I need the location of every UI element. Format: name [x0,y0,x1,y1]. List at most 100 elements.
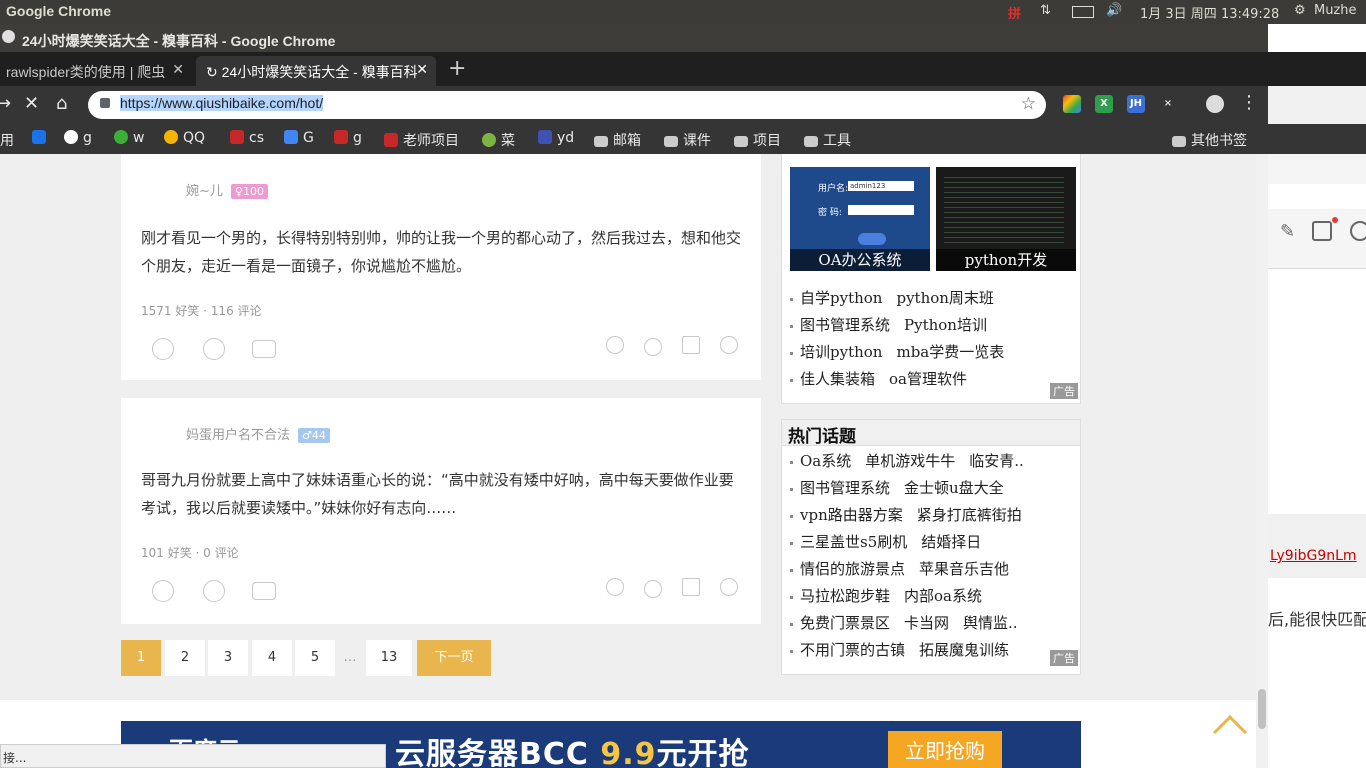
topic-link[interactable]: vpn路由器方案 [800,506,903,524]
dislike-icon[interactable] [203,580,225,602]
bookmark-item[interactable]: g [64,130,92,146]
topic-link[interactable]: 免费门票景区 [800,614,890,632]
bookmark-folder[interactable]: 项目 [734,130,781,150]
extension-color-icon[interactable] [1063,95,1081,113]
dislike-icon[interactable] [203,338,225,360]
address-bar[interactable]: https://www.qiushibaike.com/hot/ ☆ [88,91,1046,119]
bookmark-item[interactable]: w [114,130,144,146]
bookmark-folder[interactable]: 邮箱 [594,130,641,150]
ad-link[interactable]: 佳人集装箱 [800,370,875,388]
topic-link[interactable]: 图书管理系统 [800,479,890,497]
close-window-icon[interactable] [2,30,15,43]
home-icon[interactable]: ⌂ [56,93,67,114]
ad-link[interactable]: mba学费一览表 [896,343,1004,361]
favorite-star-icon[interactable] [682,578,700,596]
input-method-indicator[interactable]: 拼 [1008,3,1021,22]
url-text[interactable]: https://www.qiushibaike.com/hot/ [120,95,324,111]
tab-qiushibaike[interactable]: ↻ 24小时爆笑笑话大全 - 糗事百科 ✕ [196,56,436,86]
profile-icon[interactable] [1206,95,1224,113]
bookmark-folder[interactable]: 课件 [664,130,711,150]
bookmark-folder[interactable]: 工具 [804,130,851,150]
ad-tag[interactable]: 广告 [1050,383,1078,399]
page-scrollbar[interactable] [1256,154,1268,768]
topic-link[interactable]: 金士顿u盘大全 [904,479,1004,497]
bookmark-item[interactable]: 用 [0,130,14,150]
bookmark-item[interactable] [32,130,51,146]
qq-share-icon[interactable] [644,580,662,598]
bookmark-item[interactable]: g [334,130,362,146]
menu-icon[interactable]: ⋮ [1240,92,1258,113]
tab-close-icon[interactable]: ✕ [172,61,184,78]
background-window[interactable]: ✎ Ly9ibG9nLm 后,能很快匹配 [1268,24,1366,768]
topic-link[interactable]: 不用门票的古镇 [800,641,905,659]
ad-image-python[interactable]: python开发 [936,167,1076,271]
stop-icon[interactable]: ✕ [24,93,39,114]
tab-crawlspider[interactable]: rawlspider类的使用 | 爬虫 ✕ [0,56,192,86]
topic-link[interactable]: 结婚择日 [921,533,981,551]
topic-link[interactable]: 三星盖世s5刷机 [800,533,907,551]
extension-jh-icon[interactable]: JH [1127,95,1145,113]
bg-link-text[interactable]: Ly9ibG9nLm [1270,548,1357,564]
topic-link[interactable]: 单机游戏牛牛 [865,452,955,470]
topic-link[interactable]: 苹果音乐吉他 [919,560,1009,578]
gear-icon[interactable]: ⚙ [1294,3,1306,18]
post-author[interactable]: 妈蛋用户名不合法 ♂44 [186,424,330,443]
network-icon[interactable]: ⇅ [1040,3,1051,18]
user-name[interactable]: Muzhe [1314,3,1357,18]
ad-tag[interactable]: 广告 [1050,650,1078,666]
ad-link[interactable]: 自学python [800,289,882,307]
weibo-share-icon[interactable] [720,336,738,354]
bookmark-item[interactable]: QQ [164,130,205,146]
new-tab-icon[interactable]: + [448,56,466,81]
page-5[interactable]: 5 [295,640,335,676]
ad-link[interactable]: Python培训 [904,316,987,334]
comment-icon[interactable] [252,340,276,358]
post-text[interactable]: 刚才看见一个男的，长得特别特别帅，帅的让我一个男的都心动了，然后我过去，想和他交… [141,224,741,280]
clock[interactable]: 1月 3日 周四 13:49:28 [1140,3,1279,22]
favorite-star-icon[interactable] [682,336,700,354]
topic-link[interactable]: Oa系统 [800,452,851,470]
extension-excel-icon[interactable]: X [1095,95,1113,113]
page-4[interactable]: 4 [252,640,292,676]
topic-link[interactable]: 卡当网 [904,614,949,632]
ad-link[interactable]: python周末班 [896,289,993,307]
page-2[interactable]: 2 [165,640,205,676]
laugh-icon[interactable] [152,338,174,360]
topic-link[interactable]: 紧身打底裤街拍 [917,506,1022,524]
topic-link[interactable]: 临安青.. [969,452,1024,470]
forward-icon[interactable]: → [0,93,11,114]
battery-icon[interactable] [1072,6,1094,18]
ad-image-oa[interactable]: 用户名: admin123 密 码: OA办公系统 [790,167,930,271]
buy-now-button[interactable]: 立即抢购 [888,731,1002,768]
page-3[interactable]: 3 [208,640,248,676]
bookmark-item[interactable]: G [284,130,314,146]
bookmark-item[interactable]: 老师项目 [384,130,459,150]
bookmark-item[interactable]: 菜 [482,130,515,150]
ad-link[interactable]: oa管理软件 [889,370,967,388]
wechat-share-icon[interactable] [606,578,624,596]
weibo-share-icon[interactable] [720,578,738,596]
topic-link[interactable]: 情侣的旅游景点 [800,560,905,578]
scrollbar-thumb[interactable] [1258,689,1266,729]
lock-icon[interactable] [100,98,110,108]
wechat-share-icon[interactable] [606,336,624,354]
laugh-icon[interactable] [152,580,174,602]
topic-link[interactable]: 舆情监.. [963,614,1018,632]
comment-icon[interactable] [252,582,276,600]
next-page-button[interactable]: 下一页 [417,640,491,676]
tab-close-icon[interactable]: ✕ [416,61,428,78]
post-text[interactable]: 哥哥九月份就要上高中了妹妹语重心长的说：“高中就没有矮中好呐，高中每天要做作业要… [141,466,741,522]
post-author[interactable]: 婉~儿 ♀100 [186,180,268,199]
topic-link[interactable]: 拓展魔鬼训练 [919,641,1009,659]
topic-link[interactable]: 马拉松跑步鞋 [800,587,890,605]
qq-share-icon[interactable] [644,338,662,356]
other-bookmarks[interactable]: 其他书签 [1172,130,1247,150]
extension-x-icon[interactable]: × [1159,95,1177,113]
ad-link[interactable]: 图书管理系统 [800,316,890,334]
bookmark-item[interactable]: yd [538,130,574,146]
pen-icon[interactable]: ✎ [1280,221,1295,242]
help-icon[interactable] [1350,221,1366,241]
topic-link[interactable]: 内部oa系统 [904,587,982,605]
bookmark-star-icon[interactable]: ☆ [1021,94,1036,114]
page-1[interactable]: 1 [121,640,161,676]
